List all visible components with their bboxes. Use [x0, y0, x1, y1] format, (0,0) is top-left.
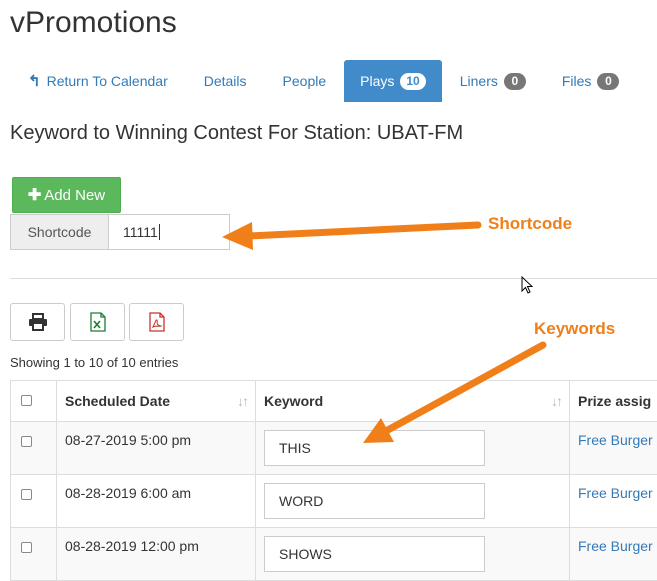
shortcode-arrow: [222, 222, 478, 250]
keywords-arrow: [363, 345, 543, 443]
annotation-overlay: [0, 0, 657, 575]
mouse-cursor-icon: [521, 276, 535, 296]
keywords-annotation: Keywords: [534, 319, 615, 339]
shortcode-annotation: Shortcode: [488, 214, 572, 234]
